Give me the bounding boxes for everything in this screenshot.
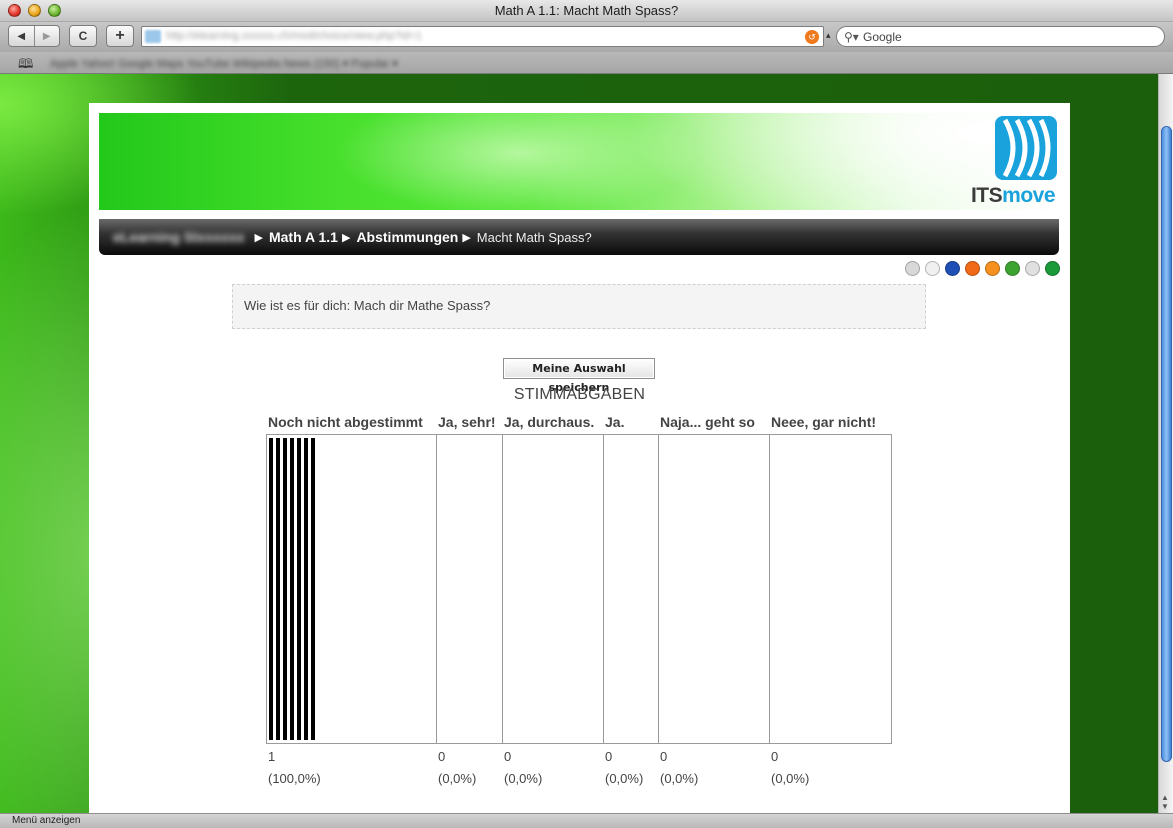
itsmove-logo[interactable]: ITSmove (971, 116, 1059, 210)
itsmove-logo-icon (995, 116, 1057, 180)
results-heading: STIMMABGABEN (513, 386, 646, 403)
column-divider (769, 435, 770, 743)
column-divider (658, 435, 659, 743)
address-text: http://elearning.xxxxxx.ch/mod/choice/vi… (166, 30, 422, 42)
column-label: Ja. (605, 414, 625, 430)
search-placeholder: Google (863, 30, 902, 44)
column-label: Ja, durchaus. (504, 414, 595, 430)
breadcrumb-arrow-icon: ▶ (254, 231, 263, 244)
column-label: Neee, gar nicht! (771, 414, 877, 430)
column-divider (502, 435, 503, 743)
vote-count-label: 0 (771, 749, 779, 764)
scrollbar-thumb[interactable] (1161, 126, 1172, 762)
chart-frame (266, 434, 892, 744)
vote-percent-label: (0,0%) (605, 771, 644, 786)
page-viewport: ITSmove eLearning Stxxxxxx ▶ Math A 1.1 … (0, 74, 1158, 813)
vote-percent-label: (0,0%) (660, 771, 699, 786)
page-container: ITSmove eLearning Stxxxxxx ▶ Math A 1.1 … (89, 103, 1070, 813)
search-icon[interactable]: ⚲▾ (844, 30, 859, 44)
breadcrumb-current: Macht Math Spass? (476, 229, 592, 245)
reload-button[interactable]: C (69, 25, 97, 47)
bookmarks-links[interactable]: Apple Yahoo! Google Maps YouTube Wikiped… (50, 57, 398, 70)
vote-percent-label: (0,0%) (438, 771, 477, 786)
reload-icon: C (78, 29, 88, 43)
vote-count-label: 1 (268, 749, 276, 764)
digg-icon[interactable] (925, 261, 940, 276)
back-forward-control: ◀ ▶ (8, 25, 60, 47)
vote-bar (311, 438, 315, 740)
vote-bar (283, 438, 287, 740)
favicon-icon (145, 30, 161, 43)
vote-bar (297, 438, 301, 740)
add-bookmark-button[interactable]: + (106, 25, 134, 47)
back-icon[interactable]: ◀ (9, 31, 34, 42)
column-label: Ja, sehr! (438, 414, 496, 430)
column-label: Naja... geht so (660, 414, 755, 430)
vote-percent-label: (0,0%) (771, 771, 810, 786)
status-bar: Menü anzeigen (0, 813, 1173, 828)
vote-count-label: 0 (605, 749, 613, 764)
column-divider (436, 435, 437, 743)
poll-question-text: Wie ist es für dich: Mach dir Mathe Spas… (244, 298, 491, 313)
snapback-icon[interactable]: ↺ (805, 30, 819, 44)
browser-toolbar: ◀ ▶ C + http://elearning.xxxxxx.ch/mod/c… (0, 22, 1173, 52)
vote-count-label: 0 (438, 749, 446, 764)
delicious-icon[interactable] (905, 261, 920, 276)
vote-percent-label: (0,0%) (504, 771, 543, 786)
technorati-icon[interactable] (1005, 261, 1020, 276)
breadcrumb-course-link[interactable]: Math A 1.1 (269, 229, 338, 245)
breadcrumb-home-link[interactable]: eLearning Stxxxxxx (113, 229, 245, 245)
header-banner: ITSmove (99, 113, 1059, 210)
vote-bar (269, 438, 273, 740)
furl-icon[interactable] (965, 261, 980, 276)
vote-percent-label: (100,0%) (268, 771, 321, 786)
mixx-icon[interactable] (945, 261, 960, 276)
column-divider (603, 435, 604, 743)
vote-bar (304, 438, 308, 740)
address-bar[interactable]: http://elearning.xxxxxx.ch/mod/choice/vi… (141, 26, 824, 47)
breadcrumb-arrow-icon: ▶ (462, 231, 471, 244)
bookmarks-bar: 🕮 Apple Yahoo! Google Maps YouTube Wikip… (0, 52, 1173, 74)
vote-bar (276, 438, 280, 740)
social-bookmark-icons (905, 261, 1060, 276)
forward-icon[interactable]: ▶ (35, 31, 60, 42)
newsvine-icon[interactable] (1045, 261, 1060, 276)
results-chart: Noch nicht abgestimmt 1 (100,0%) Ja, sehr! 0… (266, 409, 892, 789)
search-input[interactable]: ⚲▾ Google (836, 26, 1165, 47)
status-text: Menü anzeigen (12, 815, 81, 826)
scroll-arrows-icon[interactable]: ▲ ▼ (1161, 793, 1169, 811)
itsmove-logo-text: ITSmove (970, 184, 1056, 207)
vote-bar (290, 438, 294, 740)
address-dropdown-icon[interactable]: ▴ (826, 30, 831, 41)
breadcrumb-section-link[interactable]: Abstimmungen (356, 229, 458, 245)
save-choice-button[interactable]: Meine Auswahl speichern (503, 358, 655, 394)
poll-question: Wie ist es für dich: Mach dir Mathe Spas… (232, 284, 926, 329)
breadcrumb-arrow-icon: ▶ (341, 231, 351, 244)
vertical-scrollbar[interactable]: ▲ ▼ (1158, 74, 1173, 813)
vote-count-label: 0 (660, 749, 668, 764)
breadcrumb: eLearning Stxxxxxx ▶ Math A 1.1 ▶ Abstim… (99, 219, 1059, 255)
window-title: Math A 1.1: Macht Math Spass? (494, 3, 679, 18)
window-titlebar: Math A 1.1: Macht Math Spass? (0, 0, 1173, 22)
reddit-icon[interactable] (1025, 261, 1040, 276)
plus-icon: + (115, 27, 125, 44)
vote-count-label: 0 (504, 749, 512, 764)
stumbleupon-icon[interactable] (985, 261, 1000, 276)
column-label: Noch nicht abgestimmt (268, 414, 423, 430)
